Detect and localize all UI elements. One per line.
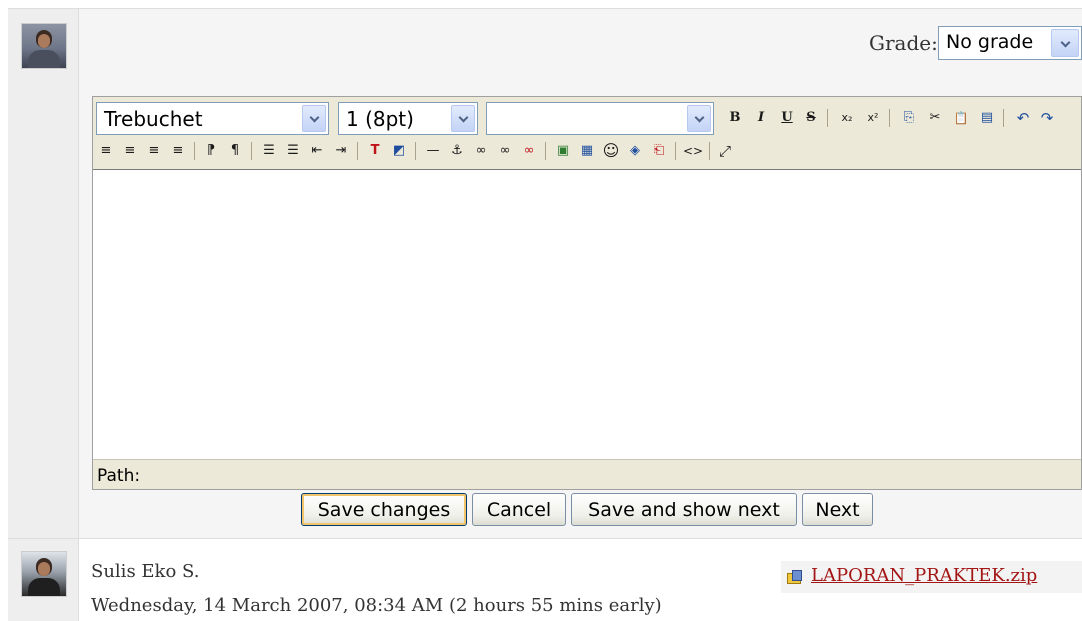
avatar-column xyxy=(8,539,79,621)
chevron-down-icon[interactable] xyxy=(687,105,711,132)
ltr-icon[interactable]: ⁋ xyxy=(201,141,221,161)
grade-select-value: No grade xyxy=(946,31,1034,53)
align-right-icon[interactable]: ≡ xyxy=(144,141,164,161)
grading-panel: Grade: No grade Trebuchet 1 (8pt) B I U … xyxy=(79,9,1082,539)
chevron-down-icon[interactable] xyxy=(1051,29,1079,57)
italic-button[interactable]: I xyxy=(751,108,771,128)
next-button[interactable]: Next xyxy=(802,493,873,526)
insert-table-icon[interactable]: ▦ xyxy=(577,141,597,161)
outdent-icon[interactable]: ⇤ xyxy=(307,141,327,161)
submitted-file: LAPORAN_PRAKTEK.zip xyxy=(781,561,1082,593)
strikethrough-button[interactable]: S xyxy=(801,108,821,128)
paste-word-icon[interactable]: ▤ xyxy=(977,108,997,128)
superscript-button[interactable]: x² xyxy=(863,108,883,128)
unordered-list-icon[interactable]: ☰ xyxy=(283,141,303,161)
font-size-select[interactable]: 1 (8pt) xyxy=(338,102,478,135)
student-name: Sulis Eko S. xyxy=(91,561,200,582)
indent-icon[interactable]: ⇥ xyxy=(331,141,351,161)
justify-icon[interactable]: ≡ xyxy=(168,141,188,161)
editor-toolbar: Trebuchet 1 (8pt) B I U S x₂ x² ⎘ ✂ 📋 ▤ … xyxy=(93,97,1081,169)
grading-page: Grade: No grade Trebuchet 1 (8pt) B I U … xyxy=(0,0,1082,621)
font-family-value: Trebuchet xyxy=(104,107,203,131)
align-left-icon[interactable]: ≡ xyxy=(96,141,116,161)
chevron-down-icon[interactable] xyxy=(451,105,475,132)
avatar-column xyxy=(8,9,79,539)
paste-icon[interactable]: 📋 xyxy=(951,108,971,128)
file-download-link[interactable]: LAPORAN_PRAKTEK.zip xyxy=(811,565,1037,586)
subscript-button[interactable]: x₂ xyxy=(837,108,857,128)
submission-details: Sulis Eko S. Wednesday, 14 March 2007, 0… xyxy=(79,539,1082,621)
cancel-button[interactable]: Cancel xyxy=(472,493,566,526)
anchor-icon[interactable]: ⚓ xyxy=(447,141,467,161)
smiley-icon[interactable]: ☺ xyxy=(601,141,621,161)
search-replace-icon[interactable]: ⎗ xyxy=(649,141,669,161)
path-label: Path: xyxy=(97,466,141,486)
html-editor: Trebuchet 1 (8pt) B I U S x₂ x² ⎘ ✂ 📋 ▤ … xyxy=(92,96,1082,490)
chevron-down-icon[interactable] xyxy=(302,105,326,132)
submission-time: Wednesday, 14 March 2007, 08:34 AM (2 ho… xyxy=(91,595,662,616)
font-size-value: 1 (8pt) xyxy=(346,107,414,131)
text-color-icon[interactable]: T xyxy=(365,141,385,161)
insert-image-icon[interactable]: ▣ xyxy=(553,141,573,161)
special-char-icon[interactable]: ◈ xyxy=(625,141,645,161)
horizontal-rule-icon[interactable]: — xyxy=(423,141,443,161)
nolink-icon[interactable]: ∞ xyxy=(519,141,539,161)
grading-row: Grade: No grade Trebuchet 1 (8pt) B I U … xyxy=(8,8,1082,539)
grade-label: Grade: xyxy=(869,31,938,55)
link-icon[interactable]: ∞ xyxy=(471,141,491,161)
fullscreen-icon[interactable]: ⤢ xyxy=(715,141,735,161)
ordered-list-icon[interactable]: ☰ xyxy=(259,141,279,161)
font-family-select[interactable]: Trebuchet xyxy=(96,102,329,135)
teacher-avatar xyxy=(21,23,67,69)
grade-select[interactable]: No grade xyxy=(938,26,1082,60)
zip-file-icon xyxy=(787,570,803,584)
rtl-icon[interactable]: ¶ xyxy=(225,141,245,161)
feedback-textarea[interactable] xyxy=(93,169,1081,459)
bold-button[interactable]: B xyxy=(725,108,745,128)
student-avatar xyxy=(21,551,67,597)
background-color-icon[interactable]: ◩ xyxy=(389,141,409,161)
paragraph-style-select[interactable] xyxy=(486,102,714,135)
align-center-icon[interactable]: ≡ xyxy=(120,141,140,161)
unlink-icon[interactable]: ∞ xyxy=(495,141,515,161)
editor-path-bar: Path: xyxy=(93,459,1081,489)
underline-button[interactable]: U xyxy=(777,108,797,128)
submission-row: Sulis Eko S. Wednesday, 14 March 2007, 0… xyxy=(8,538,1082,621)
redo-icon[interactable]: ↷ xyxy=(1037,108,1057,128)
save-changes-button[interactable]: Save changes xyxy=(301,493,467,526)
undo-icon[interactable]: ↶ xyxy=(1013,108,1033,128)
cut-icon[interactable]: ✂ xyxy=(925,108,945,128)
html-source-icon[interactable]: <> xyxy=(683,141,703,161)
save-and-show-next-button[interactable]: Save and show next xyxy=(571,493,797,526)
copy-icon[interactable]: ⎘ xyxy=(899,108,919,128)
